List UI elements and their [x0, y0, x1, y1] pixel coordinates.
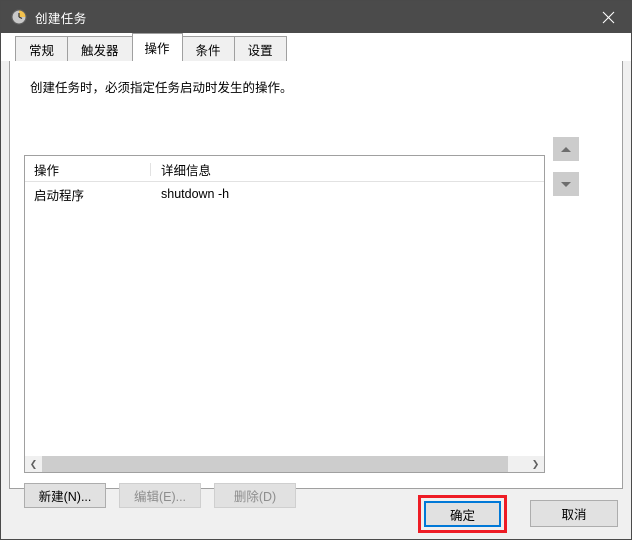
column-header-action[interactable]: 操作: [25, 160, 151, 179]
new-button[interactable]: 新建(N)...: [24, 483, 106, 508]
close-icon[interactable]: [585, 1, 631, 33]
title-bar: 创建任务: [1, 1, 631, 33]
scroll-left-icon[interactable]: ❮: [25, 456, 42, 472]
cancel-button-label: 取消: [561, 508, 587, 522]
list-header: 操作 详细信息: [25, 156, 544, 182]
tab-triggers-label: 触发器: [81, 43, 119, 58]
scrollbar-thumb[interactable]: [42, 456, 508, 472]
panel-description: 创建任务时，必须指定任务启动时发生的操作。: [30, 81, 293, 95]
scrollbar-track[interactable]: [42, 456, 527, 472]
move-down-button[interactable]: [553, 172, 579, 196]
ok-button-highlight: 确定: [418, 495, 507, 533]
tab-general[interactable]: 常规: [15, 36, 69, 61]
tab-conditions-label: 条件: [195, 43, 221, 58]
tab-strip: 常规 触发器 操作 条件 设置: [1, 33, 631, 62]
ok-button-label: 确定: [449, 508, 475, 523]
cell-detail: shutdown -h: [161, 187, 230, 201]
arrow-down-icon: [561, 181, 571, 187]
tab-settings-label: 设置: [247, 43, 273, 58]
tab-conditions[interactable]: 条件: [181, 36, 235, 61]
edit-button: 编辑(E)...: [119, 483, 201, 508]
window-title: 创建任务: [35, 11, 87, 26]
table-row[interactable]: 启动程序 shutdown -h: [25, 182, 544, 206]
tab-actions-label: 操作: [144, 42, 170, 56]
scroll-right-icon[interactable]: ❯: [527, 456, 544, 472]
actions-list[interactable]: 操作 详细信息 启动程序 shutdown -h ❮ ❯: [24, 155, 545, 473]
cell-action: 启动程序: [34, 188, 85, 203]
delete-button-label: 删除(D): [233, 490, 277, 504]
move-buttons-group: [553, 137, 579, 207]
ok-button[interactable]: 确定: [424, 501, 501, 527]
move-up-button[interactable]: [553, 137, 579, 161]
action-buttons-row: 新建(N)... 编辑(E)... 删除(D): [24, 483, 309, 508]
tab-triggers[interactable]: 触发器: [67, 36, 133, 61]
horizontal-scrollbar[interactable]: ❮ ❯: [25, 455, 544, 472]
column-header-detail[interactable]: 详细信息: [151, 160, 211, 179]
edit-button-label: 编辑(E)...: [133, 490, 187, 504]
clock-icon: [11, 9, 27, 25]
new-button-label: 新建(N)...: [38, 490, 92, 504]
tab-general-label: 常规: [29, 43, 55, 58]
tab-settings[interactable]: 设置: [233, 36, 287, 61]
actions-tab-panel: 创建任务时，必须指定任务启动时发生的操作。 操作 详细信息 启动程序 shutd…: [9, 60, 623, 508]
delete-button: 删除(D): [214, 483, 296, 508]
tab-actions[interactable]: 操作: [131, 33, 183, 62]
create-task-dialog: 创建任务 常规 触发器 操作 条件 设置 创建任务时，必须指定任务启动时发生的操…: [0, 0, 632, 540]
arrow-up-icon: [561, 146, 571, 152]
cancel-button[interactable]: 取消: [530, 500, 618, 527]
